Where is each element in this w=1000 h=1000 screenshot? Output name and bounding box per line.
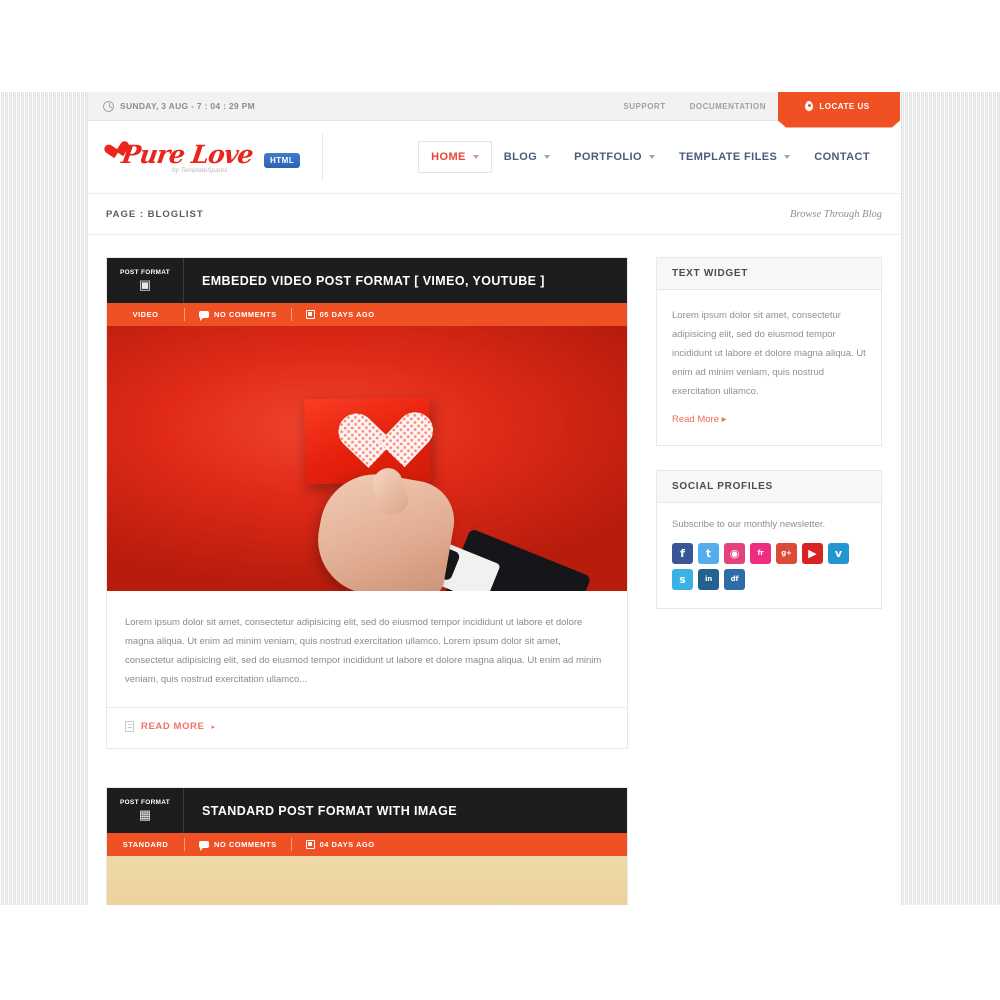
red-card-graphic [304,396,431,485]
site-header: Pure Love by TemplateSparks HTML HOME BL… [88,121,900,193]
breadcrumb-tagline: Browse Through Blog [790,208,882,220]
youtube-icon[interactable]: ▶ [802,543,823,564]
post-title[interactable]: EMBEDED VIDEO POST FORMAT [ VIMEO, YOUTU… [184,258,545,303]
breadcrumb-path: PAGE : BLOGLIST [106,208,204,220]
post-card: POST FORMAT ▦ STANDARD POST FORMAT WITH … [106,787,628,905]
text-widget-title: TEXT WIDGET [657,258,881,290]
text-widget: TEXT WIDGET Lorem ipsum dolor sit amet, … [656,257,882,446]
page-content: POST FORMAT ▣ EMBEDED VIDEO POST FORMAT … [88,235,900,905]
nav-label-home: HOME [431,151,466,163]
topbar-link-documentation[interactable]: DOCUMENTATION [678,92,778,121]
locate-us-button[interactable]: LOCATE US [778,92,900,121]
main-navigation: HOME BLOG PORTFOLIO TEMPLATE FILES CONTA… [418,141,882,173]
post-title[interactable]: STANDARD POST FORMAT WITH IMAGE [184,788,457,833]
newsletter-subtitle: Subscribe to our monthly newsletter. [672,519,826,530]
vimeo-icon[interactable]: v [828,543,849,564]
locate-us-label: LOCATE US [819,101,870,111]
calendar-icon [305,310,315,319]
document-icon [125,721,134,732]
nav-label-contact: CONTACT [814,151,870,163]
post-format-label: POST FORMAT [119,798,171,806]
topbar-link-support[interactable]: SUPPORT [611,92,677,121]
post-meta-bar: VIDEO NO COMMENTS 05 DAYS AGO [107,303,627,326]
google-plus-icon[interactable]: g+ [776,543,797,564]
post-format-badge: POST FORMAT ▣ [107,258,184,303]
arrow-right-icon: ▸ [211,723,215,731]
post-excerpt: Lorem ipsum dolor sit amet, consectetur … [125,617,602,685]
social-icon-grid: f t ◉ fr g+ ▶ v s in df [672,543,868,590]
skype-icon[interactable]: s [672,569,693,590]
post-comments[interactable]: NO COMMENTS [185,833,291,856]
flickr-icon[interactable]: fr [750,543,771,564]
calendar-icon [305,840,315,849]
social-widget-body: Subscribe to our monthly newsletter. f t… [657,503,881,608]
post-meta-bar: STANDARD NO COMMENTS 04 DAYS AGO [107,833,627,856]
film-strip-icon: ▣ [138,276,152,292]
post-category[interactable]: STANDARD [107,833,184,856]
nav-label-template-files: TEMPLATE FILES [678,151,778,163]
posts-column: POST FORMAT ▣ EMBEDED VIDEO POST FORMAT … [106,257,628,905]
comment-bubble-icon [199,311,209,321]
html-badge: HTML [264,152,301,168]
nav-item-blog[interactable]: BLOG [492,142,562,172]
post-card: POST FORMAT ▣ EMBEDED VIDEO POST FORMAT … [106,257,628,749]
facebook-icon[interactable]: f [672,543,693,564]
post-date-label: 05 DAYS AGO [319,310,375,319]
logo-mark: Pure Love by TemplateSparks [106,136,256,178]
post-header: POST FORMAT ▣ EMBEDED VIDEO POST FORMAT … [107,258,627,303]
nav-label-blog: BLOG [503,151,538,163]
map-pin-icon [805,101,814,112]
social-widget-title: SOCIAL PROFILES [657,471,881,503]
breadcrumb: PAGE : BLOGLIST Browse Through Blog [88,193,900,235]
comment-bubble-icon [199,841,209,851]
logo[interactable]: Pure Love by TemplateSparks HTML [106,136,301,178]
header-divider [322,134,324,180]
current-date-display: SUNDAY, 3 AUG - 7 : 04 : 29 PM [103,100,255,112]
logo-script-text: Pure Love [119,140,255,169]
nav-item-portfolio[interactable]: PORTFOLIO [562,142,667,172]
text-widget-paragraph: Lorem ipsum dolor sit amet, consectetur … [672,310,866,397]
chevron-down-icon [544,155,551,159]
site-container: SUNDAY, 3 AUG - 7 : 04 : 29 PM SUPPORT D… [88,92,900,905]
nav-item-template-files[interactable]: TEMPLATE FILES [667,142,802,172]
text-widget-read-more-link[interactable]: Read More ▸ [672,414,726,425]
sidebar: TEXT WIDGET Lorem ipsum dolor sit amet, … [656,257,882,905]
post-comments[interactable]: NO COMMENTS [185,303,291,326]
logo-subtitle: by TemplateSparks [172,167,228,174]
nav-item-contact[interactable]: CONTACT [802,142,882,172]
post-date: 04 DAYS AGO [292,833,389,856]
post-date-label: 04 DAYS AGO [319,840,375,849]
twitter-icon[interactable]: t [698,543,719,564]
date-text: SUNDAY, 3 AUG - 7 : 04 : 29 PM [120,101,255,111]
post-format-label: POST FORMAT [119,268,171,276]
text-widget-body: Lorem ipsum dolor sit amet, consectetur … [657,290,881,445]
social-profiles-widget: SOCIAL PROFILES Subscribe to our monthly… [656,470,882,609]
dribbble-icon[interactable]: ◉ [724,543,745,564]
read-more-link[interactable]: READ MORE [141,721,204,732]
post-category[interactable]: VIDEO [107,303,184,326]
post-format-badge: POST FORMAT ▦ [107,788,184,833]
post-body: Lorem ipsum dolor sit amet, consectetur … [107,591,627,748]
nav-label-portfolio: PORTFOLIO [574,151,642,163]
chevron-down-icon [784,155,791,159]
post-comments-label: NO COMMENTS [214,840,277,849]
clock-icon [103,100,114,112]
dotted-heart-icon [333,415,402,472]
image-icon: ▦ [138,806,152,822]
post-header: POST FORMAT ▦ STANDARD POST FORMAT WITH … [107,788,627,833]
post-featured-image[interactable] [107,326,627,591]
post-footer: READ MORE ▸ [107,707,627,748]
post-date: 05 DAYS AGO [292,303,389,326]
chevron-down-icon [472,155,479,159]
post-featured-image[interactable] [107,856,627,905]
utility-topbar: SUNDAY, 3 AUG - 7 : 04 : 29 PM SUPPORT D… [88,92,900,121]
post-comments-label: NO COMMENTS [214,310,277,319]
nav-item-home[interactable]: HOME [418,141,492,173]
topbar-nav: SUPPORT DOCUMENTATION LOCATE US [611,92,900,121]
linkedin-icon[interactable]: in [698,569,719,590]
chevron-down-icon [648,155,655,159]
designfloat-icon[interactable]: df [724,569,745,590]
